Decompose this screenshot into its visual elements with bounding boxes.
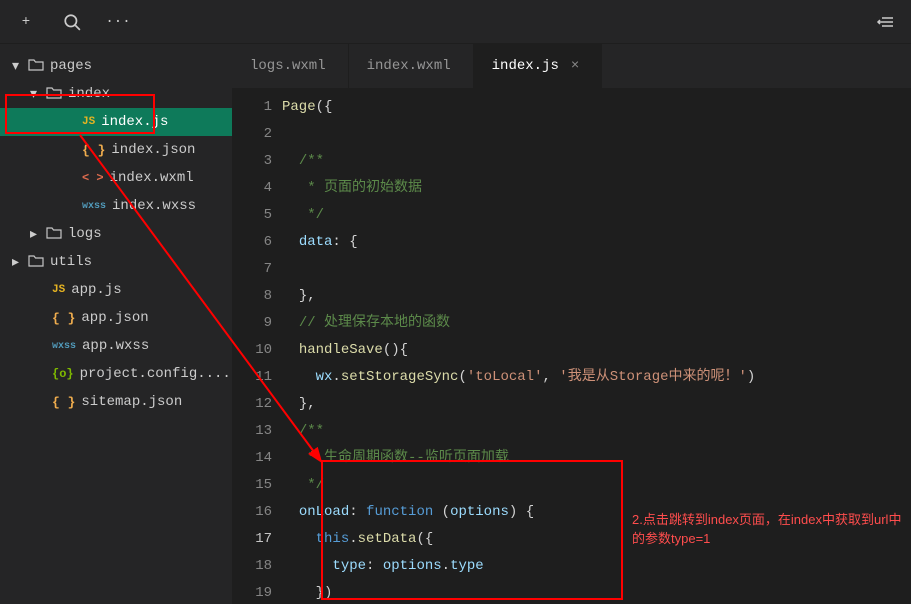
line-number: 1 xyxy=(232,94,272,121)
wxss-icon: wxss xyxy=(52,341,76,352)
chevron-icon: ▾ xyxy=(12,58,22,75)
folder-icon xyxy=(46,225,62,244)
line-number: 13 xyxy=(232,418,272,445)
chevron-icon: ▸ xyxy=(12,254,22,271)
close-icon[interactable]: × xyxy=(571,58,579,74)
line-number: 14 xyxy=(232,445,272,472)
code-line[interactable]: * 页面的初始数据 xyxy=(282,175,911,202)
sidebar-item-label: pages xyxy=(50,58,92,74)
sidebar-item-utils[interactable]: ▸ utils xyxy=(0,248,232,276)
line-gutter: 1234567891011121314151617181920 xyxy=(232,88,282,604)
new-file-button[interactable]: + xyxy=(4,2,48,42)
code-line[interactable]: }, xyxy=(282,391,911,418)
line-number: 6 xyxy=(232,229,272,256)
code-line[interactable] xyxy=(282,256,911,283)
code-line[interactable]: */ xyxy=(282,472,911,499)
code-line[interactable]: }, xyxy=(282,283,911,310)
sidebar-item-label: app.wxss xyxy=(82,338,149,354)
sidebar-item-index-js[interactable]: JS index.js xyxy=(0,108,232,136)
sidebar-item-label: app.js xyxy=(71,282,121,298)
line-number: 5 xyxy=(232,202,272,229)
explorer-toolbar: + ··· xyxy=(0,0,911,44)
code-line[interactable]: wx.setStorageSync('toLocal', '我是从Storage… xyxy=(282,364,911,391)
js-icon: JS xyxy=(52,284,65,296)
line-number: 2 xyxy=(232,121,272,148)
sidebar-item-index[interactable]: ▾ index xyxy=(0,80,232,108)
code-line[interactable]: data: { xyxy=(282,229,911,256)
sidebar-item-sitemap-json[interactable]: { } sitemap.json xyxy=(0,388,232,416)
wxml-icon: < > xyxy=(82,171,104,185)
tab-logs-wxml[interactable]: logs.wxml xyxy=(232,44,349,88)
code-line[interactable]: onLoad: function (options) { xyxy=(282,499,911,526)
collapse-button[interactable] xyxy=(863,2,907,42)
chevron-icon: ▾ xyxy=(30,86,40,103)
line-number: 3 xyxy=(232,148,272,175)
sidebar-item-label: logs xyxy=(68,226,102,242)
line-number: 17 xyxy=(232,526,272,553)
folder-icon xyxy=(46,85,62,104)
sidebar-item-logs[interactable]: ▸ logs xyxy=(0,220,232,248)
folder-icon xyxy=(28,253,44,272)
code-line[interactable]: */ xyxy=(282,202,911,229)
sidebar-item-index-wxml[interactable]: < > index.wxml xyxy=(0,164,232,192)
line-number: 12 xyxy=(232,391,272,418)
sidebar-item-label: index.wxss xyxy=(112,198,196,214)
sidebar-item-label: project.config.... xyxy=(80,366,231,382)
tab-index-wxml[interactable]: index.wxml xyxy=(349,44,474,88)
code-line[interactable]: handleSave(){ xyxy=(282,337,911,364)
sidebar-item-pages[interactable]: ▾ pages xyxy=(0,52,232,80)
line-number: 9 xyxy=(232,310,272,337)
search-button[interactable] xyxy=(50,2,94,42)
sidebar-item-label: app.json xyxy=(81,310,148,326)
sidebar-item-index-json[interactable]: { } index.json xyxy=(0,136,232,164)
chevron-icon: ▸ xyxy=(30,226,40,243)
code-line[interactable]: // 处理保存本地的函数 xyxy=(282,310,911,337)
js-icon: JS xyxy=(82,116,95,128)
tab-index-js[interactable]: index.js × xyxy=(474,44,603,88)
line-number: 19 xyxy=(232,580,272,604)
file-explorer: ▾ pages ▾ index JS index.js { } index.json < > in… xyxy=(0,44,232,604)
tab-label: index.wxml xyxy=(367,58,451,74)
editor-tabs: logs.wxml index.wxml index.js × xyxy=(232,44,911,88)
sidebar-item-label: utils xyxy=(50,254,92,270)
sidebar-item-index-wxss[interactable]: wxss index.wxss xyxy=(0,192,232,220)
code-line[interactable]: type: options.type xyxy=(282,553,911,580)
json-icon: { } xyxy=(52,311,75,326)
code-line[interactable]: /** xyxy=(282,148,911,175)
line-number: 10 xyxy=(232,337,272,364)
tab-label: index.js xyxy=(492,58,559,74)
sidebar-item-app-wxss[interactable]: wxss app.wxss xyxy=(0,332,232,360)
sidebar-item-app-json[interactable]: { } app.json xyxy=(0,304,232,332)
json-icon: { } xyxy=(52,395,75,410)
config-icon: {o} xyxy=(52,367,74,381)
code-line[interactable]: }) xyxy=(282,580,911,604)
line-number: 18 xyxy=(232,553,272,580)
sidebar-item-label: sitemap.json xyxy=(81,394,182,410)
line-number: 15 xyxy=(232,472,272,499)
code-line[interactable]: * 生命周期函数--监听页面加载 xyxy=(282,445,911,472)
code-editor[interactable]: Page({ /** * 页面的初始数据 */ data: { }, // 处理… xyxy=(282,88,911,604)
json-icon: { } xyxy=(82,143,105,158)
line-number: 11 xyxy=(232,364,272,391)
line-number: 8 xyxy=(232,283,272,310)
line-number: 16 xyxy=(232,499,272,526)
sidebar-item-label: index.js xyxy=(101,114,168,130)
sidebar-item-label: index.wxml xyxy=(110,170,194,186)
code-line[interactable]: this.setData({ xyxy=(282,526,911,553)
line-number: 7 xyxy=(232,256,272,283)
folder-icon xyxy=(28,57,44,76)
code-line[interactable]: Page({ xyxy=(282,94,911,121)
wxss-icon: wxss xyxy=(82,201,106,212)
tab-label: logs.wxml xyxy=(250,58,326,74)
sidebar-item-app-js[interactable]: JS app.js xyxy=(0,276,232,304)
sidebar-item-label: index.json xyxy=(111,142,195,158)
sidebar-item-label: index xyxy=(68,86,110,102)
line-number: 4 xyxy=(232,175,272,202)
code-line[interactable] xyxy=(282,121,911,148)
code-line[interactable]: /** xyxy=(282,418,911,445)
sidebar-item-project-config----[interactable]: {o} project.config.... xyxy=(0,360,232,388)
more-button[interactable]: ··· xyxy=(96,2,140,42)
